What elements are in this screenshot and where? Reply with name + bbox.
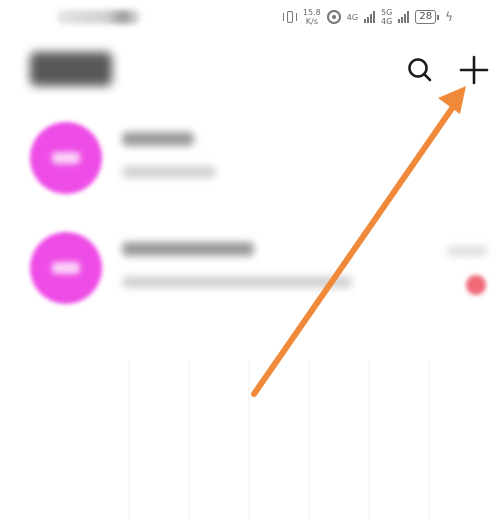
network-speed: 15.8 K/s <box>303 8 321 26</box>
system-indicators: 15.8 K/s 4G 5G 4G 28 ϟ <box>282 8 453 26</box>
clock-blurred <box>58 10 140 24</box>
page-title <box>30 52 112 86</box>
network-speed-unit: K/s <box>305 17 318 26</box>
signal-1-label: 4G <box>347 13 358 22</box>
list-item-title-blurred <box>122 242 254 256</box>
signal-1-type: 4G <box>346 12 359 22</box>
charging-icon: ϟ <box>445 10 453 24</box>
signal-2-type-b: 4G <box>381 17 393 26</box>
add-button[interactable] <box>458 54 490 86</box>
vibrate-icon <box>282 10 297 24</box>
background-texture <box>70 360 430 520</box>
list-item[interactable] <box>0 224 501 314</box>
signal-2-label: 5G 4G <box>381 8 392 26</box>
avatar <box>30 232 102 304</box>
battery-icon: 28 <box>415 10 440 24</box>
signal-2-type: 5G <box>381 8 393 17</box>
list-item[interactable] <box>0 114 501 204</box>
battery-level: 28 <box>415 10 437 24</box>
signal-1-bars-icon <box>364 11 376 23</box>
list-item-subtitle-blurred <box>122 276 352 288</box>
list-item-time-blurred <box>447 246 487 256</box>
search-button[interactable] <box>406 56 434 84</box>
search-icon <box>408 58 432 82</box>
list-item-title-blurred <box>122 132 194 146</box>
list-item-subtitle-blurred <box>122 166 216 178</box>
unread-badge <box>466 275 486 295</box>
annotation-arrow-head <box>438 86 466 114</box>
plus-icon <box>459 55 489 85</box>
network-speed-value: 15.8 <box>302 8 321 17</box>
hotspot-icon <box>326 10 341 24</box>
signal-2-bars-icon <box>398 11 410 23</box>
status-bar: 15.8 K/s 4G 5G 4G 28 ϟ <box>0 0 501 36</box>
avatar <box>30 122 102 194</box>
